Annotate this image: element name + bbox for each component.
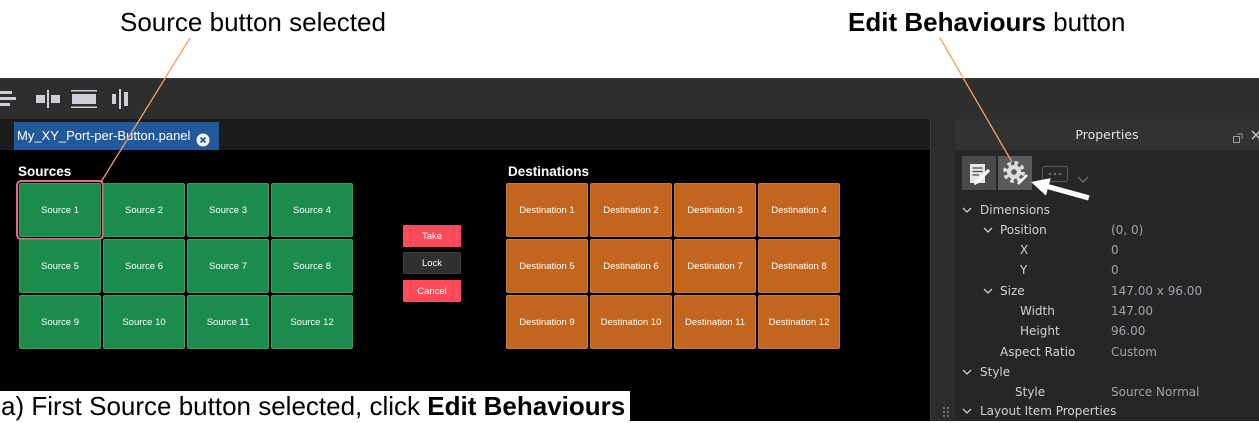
caption-text: a) First Source button selected, click bbox=[1, 391, 421, 421]
destination-button[interactable]: Destination 9 bbox=[506, 295, 588, 349]
prop-label: Aspect Ratio bbox=[1000, 345, 1076, 359]
prop-label: Layout Item Properties bbox=[980, 404, 1117, 418]
properties-header: Properties bbox=[955, 119, 1259, 150]
prop-label: Dimensions bbox=[980, 203, 1051, 217]
sources-heading: Sources bbox=[18, 164, 72, 179]
prop-value[interactable]: 147.00 x 96.00 bbox=[1111, 281, 1202, 301]
source-button[interactable]: Source 2 bbox=[103, 183, 185, 237]
edit-behaviours-button[interactable] bbox=[998, 156, 1032, 190]
edit-properties-icon bbox=[962, 164, 996, 194]
prop-row-height[interactable]: Height 96.00 bbox=[955, 321, 1259, 341]
close-circle-icon[interactable] bbox=[196, 129, 210, 147]
prop-row-x[interactable]: X 0 bbox=[955, 240, 1259, 260]
source-button[interactable]: Source 3 bbox=[187, 183, 269, 237]
chevron-down-icon[interactable] bbox=[1077, 171, 1089, 183]
script-button[interactable] bbox=[1041, 163, 1069, 185]
main-toolbar bbox=[0, 78, 1259, 119]
tab-label: My_XY_Port-per-Button.panel bbox=[17, 128, 191, 143]
prop-row-layout-item-properties[interactable]: Layout Item Properties bbox=[955, 401, 1259, 421]
destination-button[interactable]: Destination 5 bbox=[506, 239, 588, 293]
prop-value[interactable]: Source Normal bbox=[1111, 382, 1199, 402]
destination-button[interactable]: Destination 2 bbox=[590, 183, 672, 237]
document-tab-bar: My_XY_Port-per-Button.panel bbox=[0, 119, 930, 150]
prop-row-width[interactable]: Width 147.00 bbox=[955, 301, 1259, 321]
prop-row-size[interactable]: Size 147.00 x 96.00 bbox=[955, 281, 1259, 301]
edit-properties-button[interactable] bbox=[962, 156, 996, 190]
destination-button[interactable]: Destination 7 bbox=[674, 239, 756, 293]
prop-row-style-section[interactable]: Style bbox=[955, 362, 1259, 382]
prop-row-position[interactable]: Position (0, 0) bbox=[955, 220, 1259, 240]
properties-panel: Properties Dimensions Position (0, 0) X … bbox=[955, 119, 1259, 421]
chevron-down-icon[interactable] bbox=[962, 408, 972, 414]
prop-row-aspect-ratio[interactable]: Aspect Ratio Custom bbox=[955, 342, 1259, 362]
float-icon[interactable] bbox=[1233, 130, 1243, 148]
source-button[interactable]: Source 1 bbox=[16, 180, 104, 240]
callout-edit-behaviours-rest: button bbox=[1053, 7, 1126, 37]
prop-value[interactable]: 0 bbox=[1111, 260, 1119, 280]
take-button[interactable]: Take bbox=[403, 225, 461, 247]
prop-value[interactable]: 96.00 bbox=[1111, 321, 1145, 341]
callout-source-selected: Source button selected bbox=[120, 7, 386, 37]
prop-label: Style bbox=[1015, 385, 1046, 399]
callout-edit-behaviours: Edit Behaviours button bbox=[848, 7, 1125, 37]
prop-label: Width bbox=[1020, 304, 1055, 318]
cancel-button[interactable]: Cancel bbox=[403, 280, 461, 302]
prop-label: Position bbox=[1000, 223, 1047, 237]
source-button[interactable]: Source 11 bbox=[187, 295, 269, 349]
destination-button[interactable]: Destination 11 bbox=[674, 295, 756, 349]
destinations-heading: Destinations bbox=[508, 164, 590, 179]
source-button[interactable]: Source 5 bbox=[19, 239, 101, 293]
source-button[interactable]: Source 7 bbox=[187, 239, 269, 293]
destination-button[interactable]: Destination 4 bbox=[758, 183, 840, 237]
tab-panel-file[interactable]: My_XY_Port-per-Button.panel bbox=[14, 122, 219, 150]
properties-title: Properties bbox=[1075, 127, 1139, 142]
dock-splitter[interactable] bbox=[930, 119, 955, 421]
prop-value[interactable]: Custom bbox=[1111, 342, 1157, 362]
chevron-down-icon[interactable] bbox=[962, 369, 972, 375]
close-icon[interactable] bbox=[1251, 128, 1259, 146]
prop-row-style[interactable]: Style Source Normal bbox=[955, 382, 1259, 402]
chevron-down-icon[interactable] bbox=[983, 288, 993, 294]
align-vertical-centers-icon[interactable] bbox=[106, 88, 136, 110]
destination-button[interactable]: Destination 3 bbox=[674, 183, 756, 237]
grip-handle-icon[interactable] bbox=[943, 405, 949, 423]
lock-button[interactable]: Lock bbox=[403, 252, 461, 274]
align-left-icon[interactable] bbox=[0, 88, 22, 110]
source-button[interactable]: Source 12 bbox=[271, 295, 353, 349]
prop-label: X bbox=[1020, 243, 1029, 257]
edit-behaviours-gear-icon bbox=[998, 161, 1032, 194]
source-button[interactable]: Source 8 bbox=[271, 239, 353, 293]
prop-row-y[interactable]: Y 0 bbox=[955, 260, 1259, 280]
caption-bold: Edit Behaviours bbox=[427, 391, 626, 421]
destination-button[interactable]: Destination 6 bbox=[590, 239, 672, 293]
script-icon bbox=[1041, 165, 1069, 189]
prop-label: Height bbox=[1020, 324, 1060, 338]
source-button-grid: Source 1 Source 2 Source 3 Source 4 Sour… bbox=[16, 180, 353, 349]
prop-value[interactable]: 0 bbox=[1111, 240, 1119, 260]
source-button[interactable]: Source 4 bbox=[271, 183, 353, 237]
figure-caption: a) First Source button selected, click E… bbox=[0, 391, 630, 421]
destination-button[interactable]: Destination 10 bbox=[590, 295, 672, 349]
source-button[interactable]: Source 10 bbox=[103, 295, 185, 349]
chevron-down-icon[interactable] bbox=[983, 227, 993, 233]
destination-button[interactable]: Destination 8 bbox=[758, 239, 840, 293]
prop-label: Size bbox=[1000, 284, 1025, 298]
distribute-vertical-icon[interactable] bbox=[69, 88, 99, 110]
callout-edit-behaviours-bold: Edit Behaviours bbox=[848, 7, 1046, 37]
source-button[interactable]: Source 9 bbox=[19, 295, 101, 349]
align-horizontal-centers-icon[interactable] bbox=[33, 88, 63, 110]
prop-value[interactable]: 147.00 bbox=[1111, 301, 1153, 321]
prop-row-dimensions[interactable]: Dimensions bbox=[955, 200, 1259, 220]
prop-value[interactable]: (0, 0) bbox=[1111, 220, 1143, 240]
chevron-down-icon[interactable] bbox=[962, 207, 972, 213]
destination-button[interactable]: Destination 1 bbox=[506, 183, 588, 237]
prop-label: Style bbox=[980, 365, 1011, 379]
prop-label: Y bbox=[1020, 263, 1028, 277]
source-button[interactable]: Source 6 bbox=[103, 239, 185, 293]
destination-button-grid: Destination 1 Destination 2 Destination … bbox=[506, 183, 840, 349]
destination-button[interactable]: Destination 12 bbox=[758, 295, 840, 349]
